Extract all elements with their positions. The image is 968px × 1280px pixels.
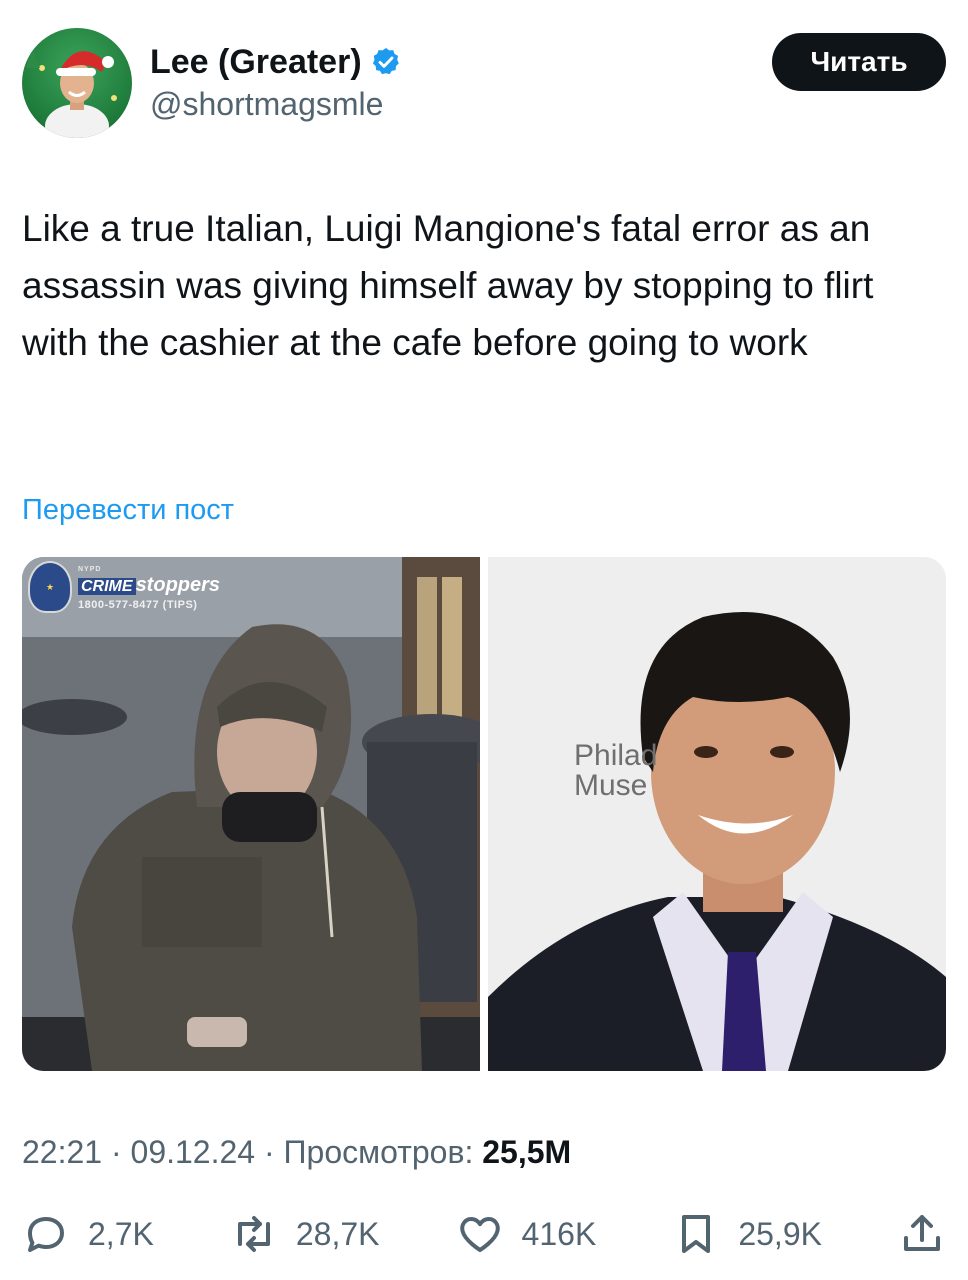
views-label: Просмотров: — [283, 1134, 474, 1170]
tweet-actions: 2,7K 28,7K 416K 25,9K — [22, 1206, 946, 1262]
repost-count: 28,7K — [295, 1215, 380, 1252]
backdrop-line-1: Philad — [574, 739, 658, 772]
badge-nypd-label: NYPD — [78, 566, 102, 573]
tweet-meta: 22:21 · 09.12.24 · Просмотров: 25,5M — [22, 1130, 571, 1174]
nypd-seal-icon: ★ — [28, 561, 72, 613]
bookmark-button[interactable]: 25,9K — [672, 1210, 822, 1258]
avatar-image — [26, 48, 117, 138]
author-name-row[interactable]: Lee (Greater) — [150, 40, 402, 84]
verified-badge-icon — [372, 48, 399, 75]
tips-phone-number: 1800-577-8477 (TIPS) — [78, 599, 198, 611]
surveillance-photo — [22, 557, 480, 1071]
author-info: Lee (Greater) @shortmagsmle — [150, 40, 402, 124]
author-display-name[interactable]: Lee (Greater) — [150, 40, 362, 84]
like-button[interactable]: 416K — [456, 1210, 597, 1258]
crimestoppers-badge: ★ NYPD CRIME stoppers 1800-577-8477 (TIPS… — [28, 561, 220, 613]
translate-post-link[interactable]: Перевести пост — [22, 494, 234, 527]
media-photo-left[interactable]: ★ NYPD CRIME stoppers 1800-577-8477 (TIPS… — [22, 557, 480, 1071]
avatar[interactable] — [22, 28, 132, 138]
repost-button[interactable]: 28,7K — [230, 1210, 380, 1258]
portrait-photo — [488, 557, 946, 1071]
reply-icon — [28, 1217, 64, 1252]
reply-button[interactable]: 2,7K — [22, 1210, 154, 1258]
repost-icon — [237, 1216, 270, 1252]
tweet-media: ★ NYPD CRIME stoppers 1800-577-8477 (TIPS… — [22, 557, 946, 1071]
meta-separator: · — [102, 1134, 131, 1170]
tweet-time[interactable]: 22:21 — [22, 1134, 102, 1170]
like-count: 416K — [521, 1215, 597, 1252]
tweet-date[interactable]: 09.12.24 — [131, 1134, 256, 1170]
reply-count: 2,7K — [88, 1215, 154, 1252]
views-count: 25,5M — [482, 1134, 572, 1170]
author-handle[interactable]: @shortmagsmle — [150, 84, 402, 124]
share-button[interactable] — [898, 1210, 946, 1258]
share-icon — [904, 1215, 940, 1251]
follow-button[interactable]: Читать — [772, 33, 946, 91]
tweet-header: Lee (Greater) @shortmagsmle Читать — [22, 28, 946, 140]
heart-icon — [459, 1217, 500, 1252]
backdrop-line-2: Muse — [574, 769, 648, 802]
meta-separator-2: · — [255, 1134, 284, 1170]
bookmark-icon — [682, 1215, 711, 1253]
backdrop-text: Philad Muse — [574, 741, 657, 801]
bookmark-count: 25,9K — [738, 1215, 822, 1252]
media-photo-right[interactable]: Philad Muse — [488, 557, 946, 1071]
crimestoppers-logo: CRIME stoppers — [78, 574, 220, 598]
tweet-text: Like a true Italian, Luigi Mangione's fa… — [22, 208, 884, 363]
